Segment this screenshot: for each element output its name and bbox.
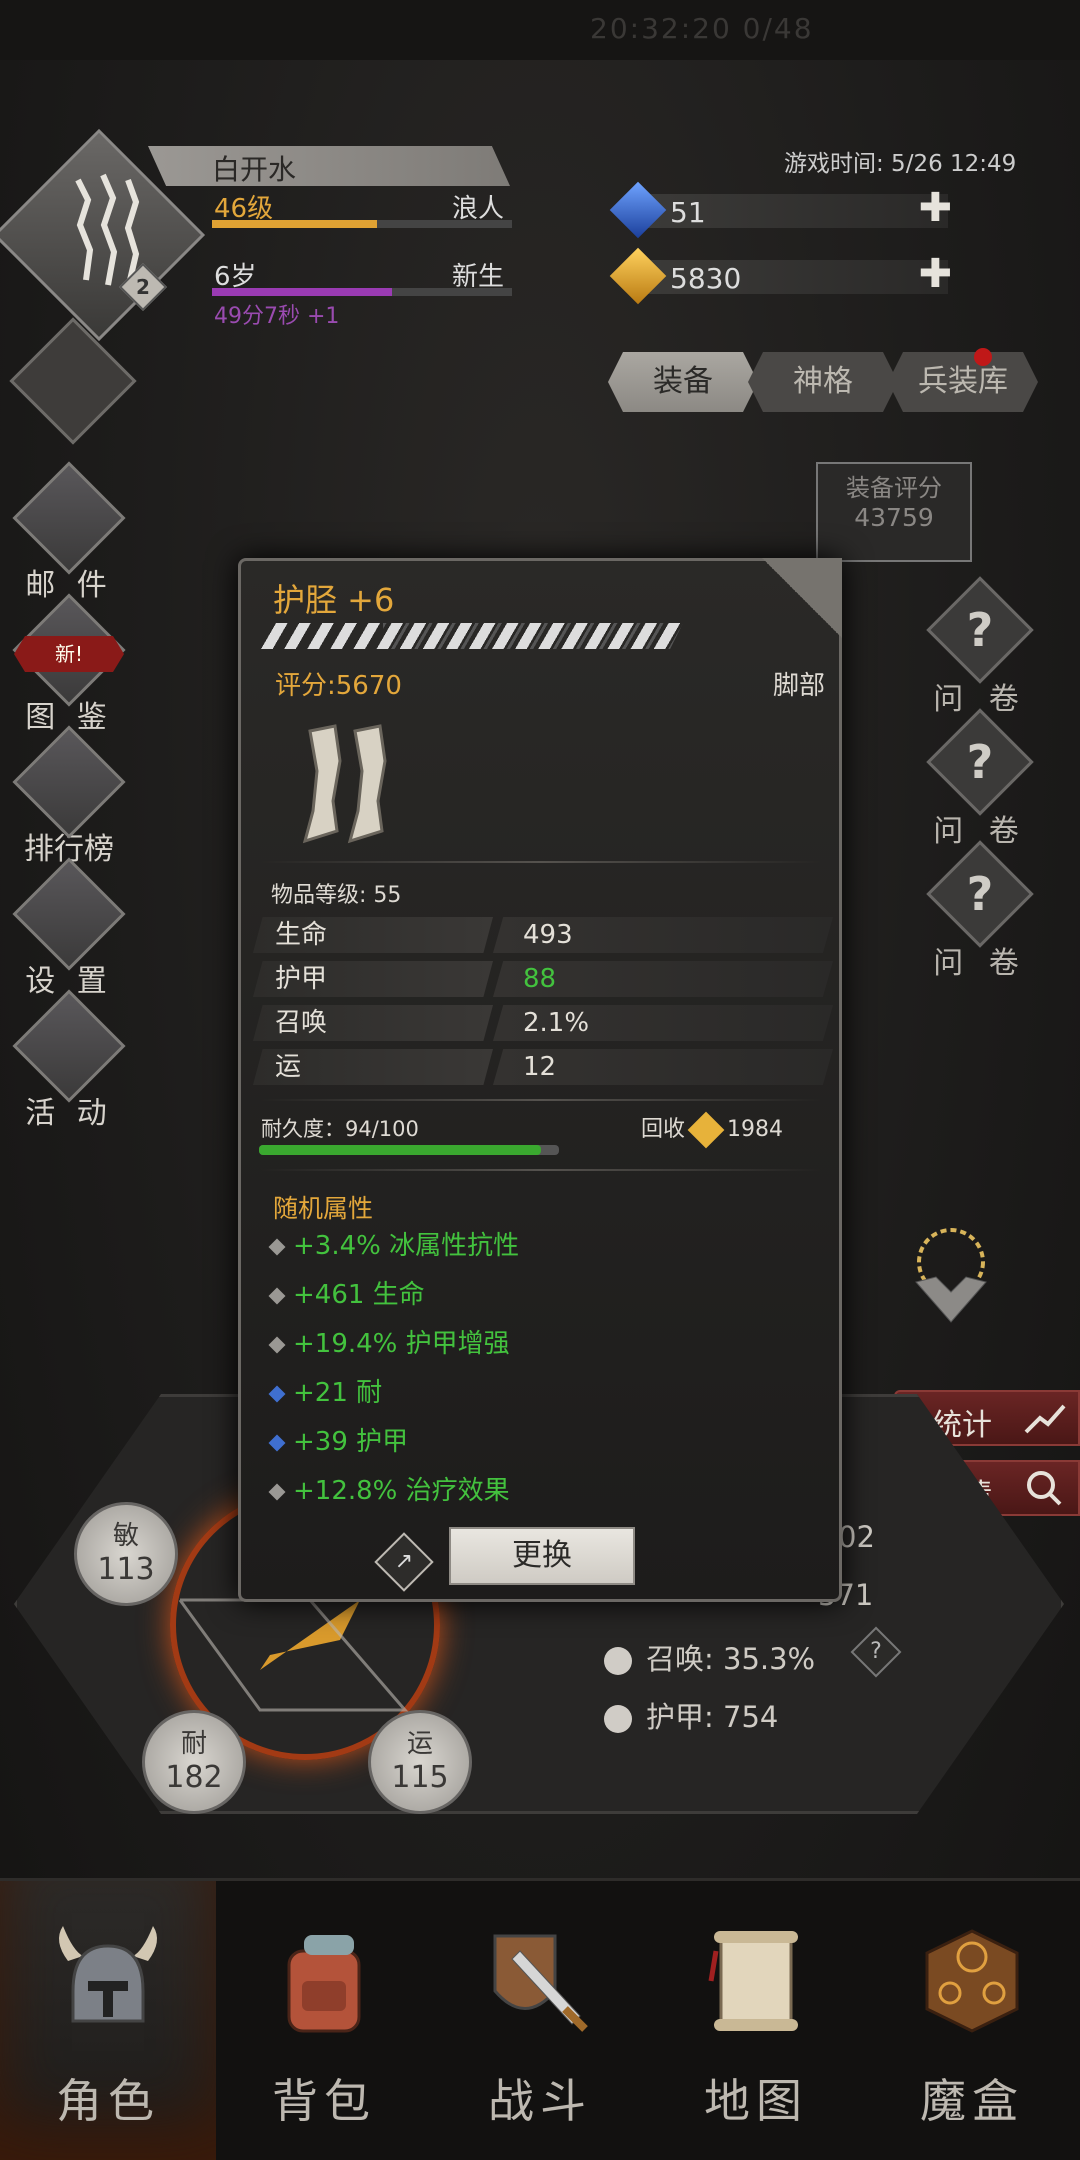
game-time: 游戏时间: 5/26 12:49 xyxy=(784,151,1017,177)
nav-backpack[interactable]: 背包 xyxy=(216,1881,432,2160)
tab-armory[interactable]: 兵装库 xyxy=(888,352,1038,412)
envelope-icon xyxy=(12,461,126,575)
menu-mail[interactable]: 邮 件 xyxy=(12,461,126,604)
add-gold-button[interactable]: ✚ xyxy=(918,254,952,294)
gold-count: 5830 xyxy=(670,262,742,295)
trend-icon xyxy=(1024,1404,1066,1434)
random-attributes-title: 随机属性 xyxy=(273,1194,374,1223)
anvil-icon xyxy=(12,989,126,1103)
gear-icon xyxy=(12,857,126,971)
random-attribute: +12.8% 治疗效果 xyxy=(268,1470,510,1507)
stat-agility[interactable]: 敏 113 xyxy=(74,1502,178,1606)
score-label: 装备评分 xyxy=(846,474,942,502)
scroll-map-icon xyxy=(708,1931,798,2031)
gold-icon xyxy=(609,247,667,305)
item-slot: 脚部 xyxy=(772,671,825,701)
gold-resource: 5830 ✚ xyxy=(609,247,958,305)
gem-icon xyxy=(268,1434,286,1451)
stat-endurance[interactable]: 耐 182 xyxy=(142,1710,246,1814)
age-bar xyxy=(212,288,512,296)
stat-row: 召唤 2.1% xyxy=(253,1005,833,1043)
share-icon: ↗ xyxy=(394,1549,414,1574)
nav-character[interactable]: 角色 xyxy=(0,1881,216,2160)
magnifier-icon xyxy=(1027,1471,1062,1506)
gem-icon xyxy=(268,1336,286,1353)
gold-icon xyxy=(687,1111,725,1149)
question-icon: ? xyxy=(926,708,1034,816)
gem-resource: 51 ✚ xyxy=(609,181,958,239)
random-attribute: +3.4% 冰属性抗性 xyxy=(268,1225,519,1262)
lock-icon[interactable] xyxy=(762,558,842,638)
item-tooltip: 护胫 +6 评分:5670 脚部 物品等级: 55 生命 493 护甲 88 召… xyxy=(238,558,842,1602)
equipment-score-sign: 装备评分 43759 xyxy=(816,462,972,562)
item-title: 护胫 +6 xyxy=(273,581,395,619)
menu-events[interactable]: 活 动 xyxy=(12,989,126,1132)
gem-icon xyxy=(268,1287,286,1304)
questionnaire-2[interactable]: ? 问 卷 xyxy=(926,708,1034,850)
item-score: 评分:5670 xyxy=(275,671,402,701)
age-timer: 49分7秒 +1 xyxy=(214,304,340,329)
tab-equipment[interactable]: 装备 xyxy=(608,352,758,412)
horned-helmet-icon xyxy=(59,1926,157,2023)
questionnaire-3[interactable]: ? 问 卷 xyxy=(926,840,1034,982)
divider xyxy=(261,1099,821,1101)
stat-row: 护甲 88 xyxy=(253,961,833,999)
sword-shield-icon xyxy=(493,1934,588,2032)
enhance-progress xyxy=(253,623,683,649)
magic-cube-icon xyxy=(925,1929,1019,2033)
level-line: 46级 浪人 xyxy=(212,186,512,228)
random-attribute: +461 生命 xyxy=(268,1274,425,1311)
gem-icon xyxy=(268,1238,286,1255)
replace-button[interactable]: 更换 xyxy=(449,1527,635,1585)
winged-helm-icon[interactable] xyxy=(896,1222,1006,1332)
gem-icon xyxy=(268,1483,286,1500)
stat-line-armor: 护甲: 754 xyxy=(604,1694,778,1736)
random-attribute: +39 护甲 xyxy=(268,1421,408,1458)
question-icon: ? xyxy=(926,840,1034,948)
gem-count: 51 xyxy=(670,196,706,229)
tab-divinity[interactable]: 神格 xyxy=(748,352,898,412)
menu-codex[interactable]: 图 鉴 xyxy=(12,593,126,736)
questionnaire-1[interactable]: ? 问 卷 xyxy=(926,576,1034,718)
gem-icon xyxy=(268,1385,286,1402)
age-line: 6岁 新生 xyxy=(212,254,512,296)
stat-row: 生命 493 xyxy=(253,917,833,955)
score-value: 43759 xyxy=(854,503,934,532)
question-icon: ? xyxy=(926,576,1034,684)
item-level: 物品等级: 55 xyxy=(271,883,402,908)
random-attribute: +21 耐 xyxy=(268,1372,382,1409)
menu-settings[interactable]: 设 置 xyxy=(12,857,126,1000)
new-badge: 新! xyxy=(14,636,124,672)
backpack-icon xyxy=(287,1935,361,2033)
blue-gem-icon xyxy=(609,181,667,239)
divider xyxy=(261,1169,821,1171)
summon-icon xyxy=(604,1647,632,1675)
divider xyxy=(261,861,821,863)
greaves-icon xyxy=(302,724,387,844)
player-name-plate: 白开水 xyxy=(148,146,510,186)
durability-text: 耐久度：94/100 xyxy=(261,1117,419,1141)
menu-leaderboard[interactable]: 排行榜 xyxy=(12,725,126,868)
nav-battle[interactable]: 战斗 xyxy=(432,1881,648,2160)
stat-row: 运 12 xyxy=(253,1049,833,1087)
level-bar xyxy=(212,220,512,228)
bar-chart-icon xyxy=(12,725,126,839)
stat-line-summon: 召唤: 35.3% xyxy=(604,1636,815,1678)
armor-icon xyxy=(604,1705,632,1733)
recycle-info: 回收 1984 xyxy=(641,1111,783,1149)
durability-bar xyxy=(259,1145,559,1155)
stat-luck[interactable]: 运 115 xyxy=(368,1710,472,1814)
bottom-nav: 角色 背包 战斗 地图 魔盒 xyxy=(0,1878,1080,2160)
status-bar: 20:32:20 0/48 xyxy=(0,0,1080,60)
notification-dot xyxy=(974,348,992,366)
share-button[interactable]: ↗ xyxy=(374,1532,434,1592)
random-attribute: +19.4% 护甲增强 xyxy=(268,1323,510,1360)
add-gems-button[interactable]: ✚ xyxy=(918,188,952,228)
nav-magic-box[interactable]: 魔盒 xyxy=(864,1881,1080,2160)
stat-line-partial: 02 xyxy=(838,1520,875,1554)
nav-map[interactable]: 地图 xyxy=(648,1881,864,2160)
